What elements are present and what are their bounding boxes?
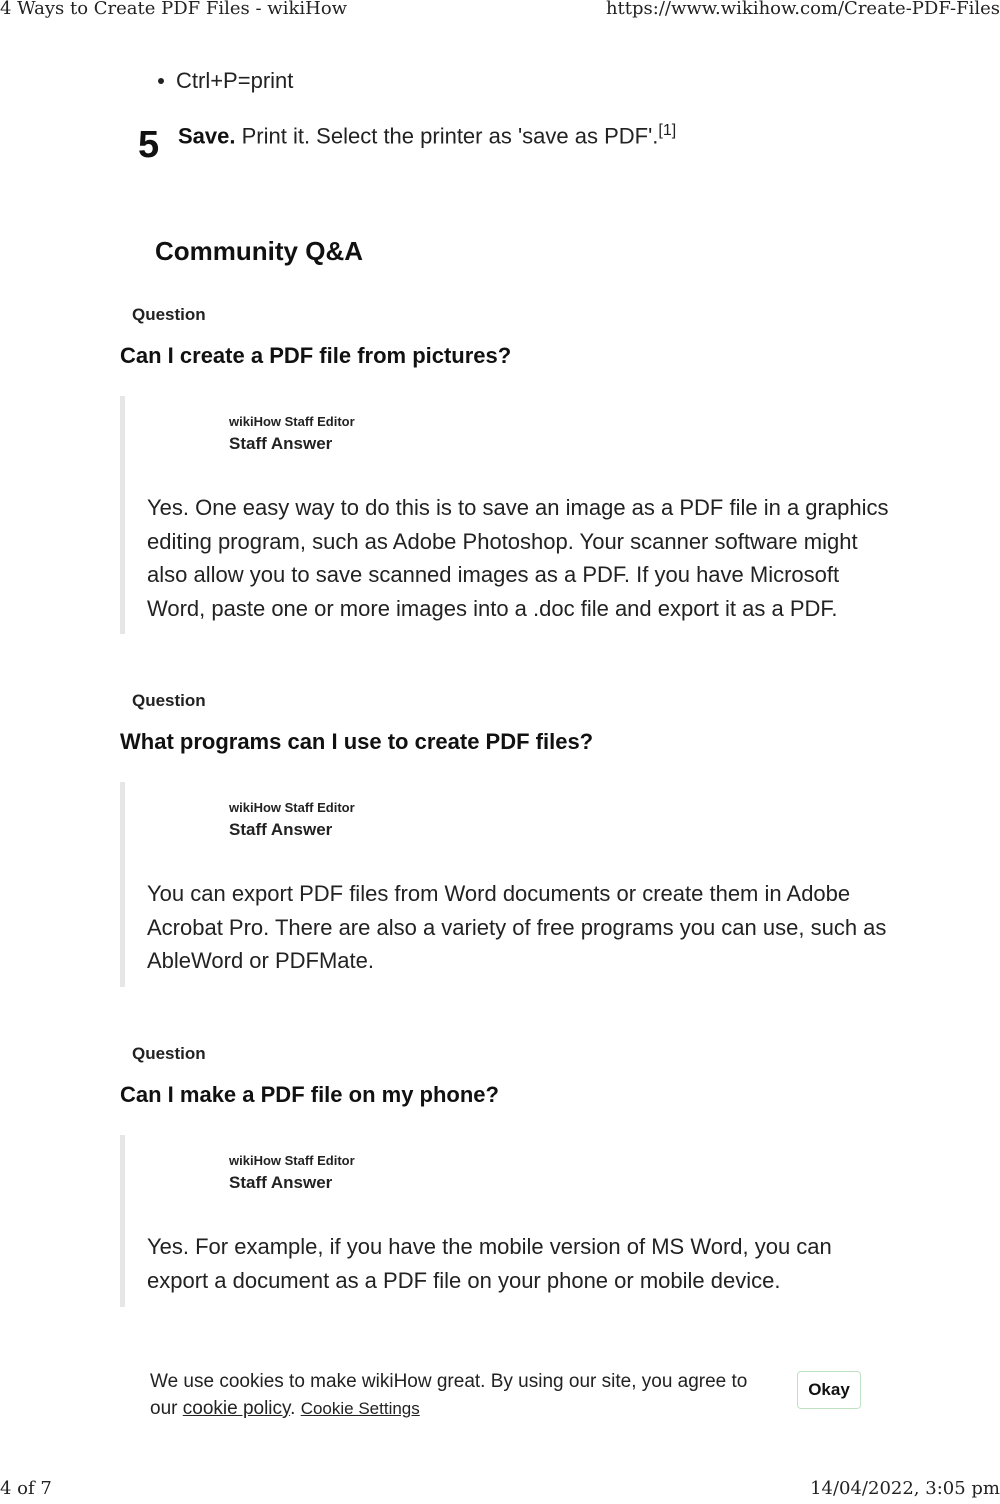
- staff-answer-label: Staff Answer: [229, 434, 333, 453]
- okay-button[interactable]: Okay: [797, 1371, 861, 1409]
- step-number: 5: [138, 124, 160, 166]
- page-count: 4 of 7: [0, 1478, 52, 1499]
- cookie-message: We use cookies to make wikiHow great. By…: [150, 1368, 770, 1422]
- cookie-banner: We use cookies to make wikiHow great. By…: [150, 1368, 870, 1428]
- staff-answer-label: Staff Answer: [229, 1173, 333, 1192]
- step-bold-label: Save.: [178, 123, 236, 149]
- cookie-settings-link[interactable]: Cookie Settings: [301, 1399, 420, 1418]
- print-page-title: 4 Ways to Create PDF Files - wikiHow: [0, 0, 348, 19]
- answer-block: wikiHow Staff Editor Staff Answer You ca…: [120, 782, 895, 987]
- bullet-text: Ctrl+P=print: [176, 68, 294, 93]
- bullet-icon: [158, 77, 164, 84]
- answer-text: Yes. For example, if you have the mobile…: [147, 1234, 832, 1293]
- bullet-item: Ctrl+P=print: [158, 68, 293, 94]
- question-label: Question: [132, 1044, 206, 1063]
- question-text: What programs can I use to create PDF fi…: [120, 729, 594, 754]
- editor-name: wikiHow Staff Editor: [229, 414, 355, 429]
- question-label: Question: [132, 305, 206, 324]
- print-datetime: 14/04/2022, 3:05 pm: [810, 1478, 1000, 1499]
- print-header: 4 Ways to Create PDF Files - wikiHow htt…: [0, 0, 1000, 24]
- cookie-separator: .: [290, 1398, 301, 1419]
- print-footer: 4 of 7 14/04/2022, 3:05 pm: [0, 1478, 1000, 1504]
- answer-block: wikiHow Staff Editor Staff Answer Yes. F…: [120, 1135, 895, 1307]
- qa-item: Question What programs can I use to crea…: [120, 686, 900, 996]
- answer-text: Yes. One easy way to do this is to save …: [147, 495, 889, 621]
- editor-name: wikiHow Staff Editor: [229, 1153, 355, 1168]
- staff-answer-label: Staff Answer: [229, 820, 333, 839]
- question-text: Can I create a PDF file from pictures?: [120, 343, 512, 368]
- community-qa-heading: Community Q&A: [155, 236, 363, 266]
- cookie-policy-link[interactable]: cookie policy: [183, 1398, 290, 1419]
- question-label: Question: [132, 691, 206, 710]
- question-text: Can I make a PDF file on my phone?: [120, 1082, 499, 1107]
- step-text: Save. Print it. Select the printer as 's…: [178, 122, 676, 149]
- qa-item: Question Can I create a PDF file from pi…: [120, 300, 900, 640]
- answer-text: You can export PDF files from Word docum…: [147, 881, 887, 973]
- print-page-url: https://www.wikihow.com/Create-PDF-Files: [605, 0, 1000, 19]
- qa-item: Question Can I make a PDF file on my pho…: [120, 1039, 900, 1314]
- step-body: Print it. Select the printer as 'save as…: [235, 123, 659, 149]
- reference-link[interactable]: [1]: [658, 122, 676, 139]
- editor-name: wikiHow Staff Editor: [229, 800, 355, 815]
- answer-block: wikiHow Staff Editor Staff Answer Yes. O…: [120, 396, 895, 634]
